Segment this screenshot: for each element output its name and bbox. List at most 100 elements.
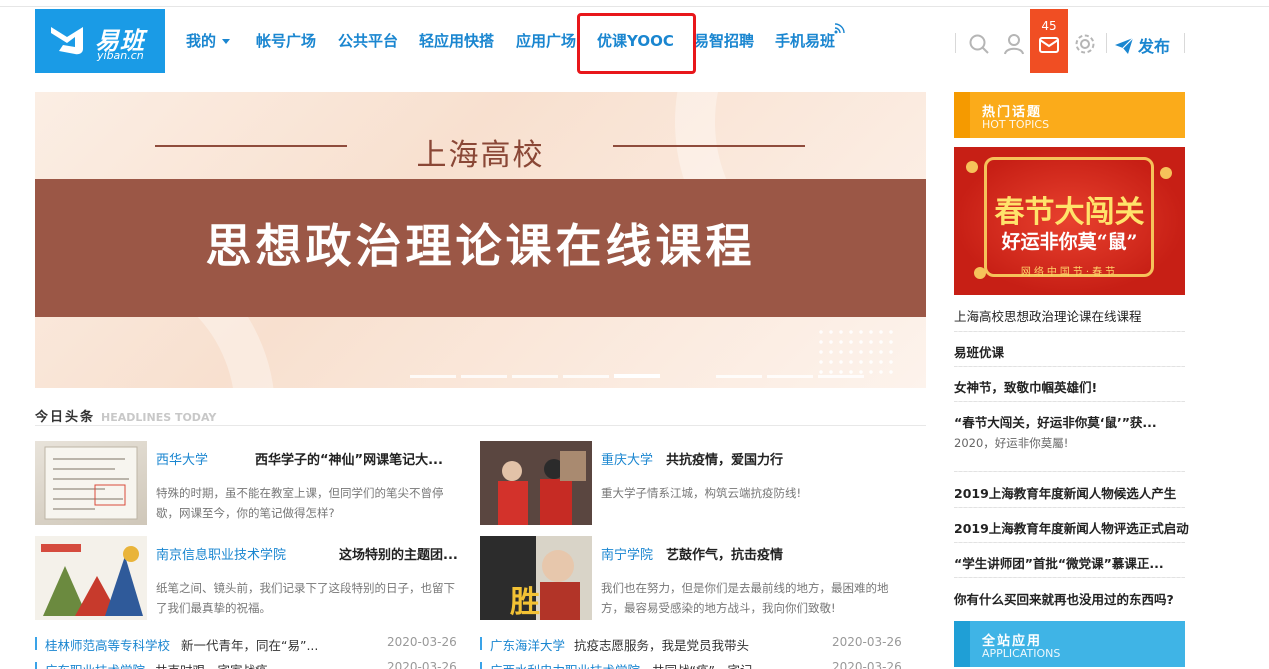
nav-item-mine[interactable]: 我的	[186, 30, 231, 51]
news-school-link[interactable]: 南京信息职业技术学院	[156, 544, 286, 563]
news-title-link[interactable]: 共抗疫情，爱国力行	[666, 449, 783, 468]
divider	[955, 33, 956, 53]
news-description: 特殊的时期，虽不能在教室上课，但同学们的笔尖不曾停歇，网课至今，你的笔记做得怎样…	[156, 486, 444, 520]
topic-link[interactable]: 2019上海教育年度新闻人物评选正式启动	[954, 518, 1189, 537]
notes-image	[44, 446, 138, 520]
chevron-down-icon	[222, 39, 231, 44]
list-bullet	[480, 662, 482, 669]
news-thumbnail[interactable]	[480, 441, 592, 525]
nav-label: 我的	[186, 32, 217, 50]
carousel-dot[interactable]	[461, 375, 507, 378]
topic-divider	[954, 401, 1185, 402]
list-date: 2020-03-26	[387, 635, 457, 649]
top-divider	[0, 6, 1269, 7]
topic-link[interactable]: 女神节，致敬巾帼英雄们!	[954, 377, 1185, 396]
topic-divider	[954, 366, 1185, 367]
divider	[1184, 33, 1185, 53]
promo-caption: 网络中国节·春节	[1020, 267, 1119, 278]
list-title-link[interactable]: 抗疫志愿服务，我是党员我带头	[574, 635, 749, 654]
topic-divider	[954, 507, 1185, 508]
list-bullet	[35, 662, 37, 669]
header-accent	[954, 621, 970, 667]
carousel-dot-active[interactable]	[614, 374, 660, 378]
news-thumbnail[interactable]	[35, 441, 147, 525]
news-description: 纸笔之间、镜头前，我们记录下了这段特别的日子，也留下了我们最真挚的祝福。	[156, 581, 455, 615]
news-title-link[interactable]: 西华学子的“神仙”网课笔记大...	[255, 449, 443, 468]
settings-icon[interactable]	[1074, 33, 1096, 55]
news-title-link[interactable]: 这场特别的主题团...	[339, 544, 458, 563]
carousel-dot[interactable]	[563, 375, 609, 378]
svg-text:胜: 胜	[510, 585, 540, 620]
promo-subtitle: 好运非你莫“鼠”	[1001, 231, 1138, 253]
news-card[interactable]: 西华大学 西华学子的“神仙”网课笔记大... 特殊的时期，虽不能在教室上课，但同…	[35, 441, 465, 525]
mail-badge[interactable]: 45	[1030, 9, 1068, 73]
hot-topics-header: 热门话题 HOT TOPICS	[954, 92, 1185, 138]
list-title-link[interactable]: 新一代青年，同在“易”...	[181, 635, 318, 654]
nav-item-public-platform[interactable]: 公共平台	[338, 30, 398, 51]
list-bullet	[35, 637, 37, 650]
nav-item-mobile[interactable]: 手机易班	[775, 30, 835, 51]
list-item[interactable]: 广东海洋大学 抗疫志愿服务，我是党员我带头 2020-03-26	[480, 635, 910, 653]
hot-topics-title-en: HOT TOPICS	[982, 118, 1050, 131]
list-title-link[interactable]: 共克时艰，宅家战疫	[155, 660, 268, 669]
topic-subtext: 2020，好运非你莫屬!	[954, 436, 1069, 450]
topic-divider	[954, 471, 1185, 472]
headlines-title-cn: 今日头条	[35, 410, 96, 425]
topic-link[interactable]: 2019上海教育年度新闻人物候选人产生	[954, 483, 1185, 502]
user-icon[interactable]	[1003, 33, 1025, 55]
list-item[interactable]: 广西水利电力职业技术学院 共同战“疫”，宅记 2020-03-26	[480, 660, 910, 669]
topic-link[interactable]: 上海高校思想政治理论课在线课程	[954, 306, 1185, 325]
news-school-link[interactable]: 西华大学	[156, 449, 208, 468]
list-school-link[interactable]: 广西水利电力职业技术学院	[490, 660, 640, 669]
topic-link[interactable]: 你有什么买回来就再也没用过的东西吗?	[954, 589, 1185, 608]
poster-image: 胜	[480, 536, 592, 620]
carousel-dot[interactable]	[767, 375, 813, 378]
list-school-link[interactable]: 桂林师范高等专科学校	[45, 635, 170, 654]
news-description: 重大学子情系江城，构筑云端抗疫防线!	[601, 486, 802, 500]
carousel-dot[interactable]	[512, 375, 558, 378]
topic-divider	[954, 331, 1185, 332]
news-description: 我们也在努力，但是你们是去最前线的地方，最困难的地方，最容易受感染的地方战斗，我…	[601, 581, 889, 615]
wifi-icon	[834, 23, 845, 34]
carousel-dot[interactable]	[410, 375, 456, 378]
news-card[interactable]: 南京信息职业技术学院 这场特别的主题团... 纸笔之间、镜头前，我们记录下了这段…	[35, 536, 465, 620]
header-accent	[954, 92, 970, 138]
banner-title: 思想政治理论课在线课程	[205, 219, 756, 273]
yiban-logo[interactable]: 易班 yiban.cn	[35, 9, 165, 73]
topic-link[interactable]: 易班优课	[954, 342, 1185, 361]
carousel-dot[interactable]	[716, 375, 762, 378]
list-school-link[interactable]: 广东海洋大学	[490, 635, 565, 654]
spring-festival-promo[interactable]: 春节大闯关 好运非你莫“鼠” 网络中国节·春节	[954, 147, 1185, 295]
search-icon[interactable]	[968, 33, 990, 55]
publish-label: 发布	[1138, 37, 1171, 56]
news-title-link[interactable]: 艺鼓作气，抗击疫情	[666, 544, 783, 563]
list-date: 2020-03-26	[832, 660, 902, 669]
topic-link[interactable]: “春节大闯关，好运非你莫‘鼠’”获...	[954, 412, 1185, 431]
list-title-link[interactable]: 共同战“疫”，宅记	[652, 660, 752, 669]
logo-domain: yiban.cn	[97, 49, 144, 62]
banner-subtitle: 上海高校	[416, 138, 545, 173]
list-date: 2020-03-26	[387, 660, 457, 669]
news-thumbnail[interactable]: 胜	[480, 536, 592, 620]
carousel-dot[interactable]	[818, 375, 864, 378]
publish-button[interactable]: 发布	[1114, 33, 1170, 57]
mail-icon	[1039, 37, 1059, 53]
nav-item-light-app[interactable]: 轻应用快搭	[419, 30, 494, 51]
nav-item-app-square[interactable]: 应用广场	[516, 30, 576, 51]
topic-link[interactable]: “学生讲师团”首批“微党课”慕课正...	[954, 553, 1185, 572]
mail-count: 45	[1041, 19, 1057, 33]
hero-banner[interactable]: 上海高校 思想政治理论课在线课程	[35, 92, 926, 388]
divider	[1106, 33, 1107, 53]
nav-item-recruit[interactable]: 易智招聘	[694, 30, 754, 51]
news-card[interactable]: 重庆大学 共抗疫情，爱国力行 重大学子情系江城，构筑云端抗疫防线!	[480, 441, 910, 525]
applications-header: 全站应用 APPLICATIONS	[954, 621, 1185, 667]
news-school-link[interactable]: 南宁学院	[601, 544, 653, 563]
list-item[interactable]: 桂林师范高等专科学校 新一代青年，同在“易”... 2020-03-26	[35, 635, 465, 653]
news-card[interactable]: 胜 南宁学院 艺鼓作气，抗击疫情 我们也在努力，但是你们是去最前线的地方，最困难…	[480, 536, 910, 620]
news-school-link[interactable]: 重庆大学	[601, 449, 653, 468]
list-item[interactable]: 广东职业技术学院 共克时艰，宅家战疫 2020-03-26	[35, 660, 465, 669]
logo-mark-icon	[51, 27, 83, 55]
news-thumbnail[interactable]	[35, 536, 147, 620]
nav-item-account-square[interactable]: 帐号广场	[256, 30, 316, 51]
list-school-link[interactable]: 广东职业技术学院	[45, 660, 145, 669]
